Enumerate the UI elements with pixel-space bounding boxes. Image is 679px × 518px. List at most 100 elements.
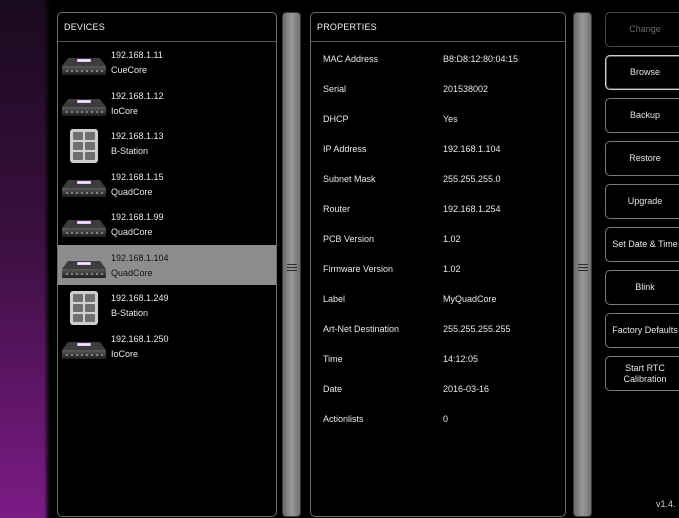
factory-defaults-button[interactable]: Factory Defaults (605, 313, 679, 348)
property-label: Date (323, 384, 343, 394)
start-rtc-label-line2: Calibration (623, 373, 667, 384)
device-ip: 192.168.1.99 (111, 212, 164, 222)
scroll-grip-line (578, 267, 588, 268)
scroll-grip-line (287, 270, 297, 271)
property-row: Date 2016-03-16 (311, 374, 565, 404)
device-list-item[interactable]: 192.168.1.249 B-Station (58, 285, 276, 326)
property-value: 201538002 (443, 84, 489, 94)
property-row: Art-Net Destination 255.255.255.255 (311, 314, 565, 344)
property-value: 1.02 (443, 264, 461, 274)
property-label: Label (323, 294, 346, 304)
property-label: Firmware Version (323, 264, 394, 274)
core-device-icon (60, 48, 108, 82)
property-row: Time 14:12:05 (311, 344, 565, 374)
backup-button[interactable]: Backup (605, 98, 679, 133)
device-list-item[interactable]: 192.168.1.104 QuadCore (58, 244, 276, 285)
property-row: PCB Version 1.02 (311, 224, 565, 254)
b-station-icon (60, 129, 108, 163)
property-row: Actionlists 0 (311, 404, 565, 434)
device-list-item[interactable]: 192.168.1.250 IoCore (58, 326, 276, 367)
property-label: MAC Address (323, 54, 379, 64)
start-rtc-calibration-button[interactable]: Start RTC Calibration (605, 356, 679, 391)
devices-scrollbar[interactable] (282, 12, 301, 517)
scroll-grip-line (578, 264, 588, 265)
device-list-item[interactable]: 192.168.1.13 B-Station (58, 123, 276, 164)
device-info: 192.168.1.99 QuadCore (111, 210, 164, 240)
device-ip: 192.168.1.15 (111, 171, 164, 182)
properties-panel: PROPERTIES MAC Address B8:D8:12:80:04:15 S… (310, 12, 566, 517)
core-device-icon (60, 170, 108, 204)
scroll-grip-line (287, 264, 297, 265)
core-device-icon (60, 210, 108, 244)
device-info: 192.168.1.104 QuadCore (111, 251, 169, 281)
property-value: 192.168.1.254 (443, 204, 501, 214)
property-row: Serial 201538002 (311, 74, 565, 104)
properties-list: MAC Address B8:D8:12:80:04:15 Serial 201538… (311, 44, 565, 434)
device-list-item[interactable]: 192.168.1.12 IoCore (58, 83, 276, 124)
device-ip: 192.168.1.249 (111, 293, 169, 303)
property-value: 255.255.255.255 (443, 324, 511, 334)
property-label: Art-Net Destination (323, 324, 400, 334)
scroll-grip-line (578, 270, 588, 271)
property-value: 255.255.255.0 (443, 174, 501, 184)
property-row: MAC Address B8:D8:12:80:04:15 (311, 44, 565, 74)
property-label: Actionlists (323, 414, 364, 424)
set-date-time-button[interactable]: Set Date & Time (605, 227, 679, 262)
device-list-item[interactable]: 192.168.1.11 CueCore (58, 42, 276, 83)
device-ip: 192.168.1.11 (111, 50, 163, 60)
device-type: QuadCore (111, 227, 153, 237)
device-list-item[interactable]: 192.168.1.15 QuadCore (58, 164, 276, 205)
device-type: B-Station (111, 146, 149, 156)
change-button[interactable]: Change (605, 12, 679, 47)
core-device-icon (60, 332, 108, 366)
left-edge-fade (44, 0, 50, 518)
version-label: v1.4. (656, 499, 676, 509)
device-info: 192.168.1.249 B-Station (111, 291, 169, 321)
core-device-icon (60, 251, 108, 285)
device-ip: 192.168.1.250 (111, 333, 169, 344)
property-value: 14:12:05 (443, 354, 479, 364)
property-row: DHCP Yes (311, 104, 565, 134)
device-ip: 192.168.1.12 (111, 90, 164, 101)
core-device-icon (60, 89, 108, 123)
scroll-grip-line (287, 267, 297, 268)
device-info: 192.168.1.12 IoCore (111, 89, 164, 119)
properties-scrollbar[interactable] (573, 12, 592, 517)
property-value: MyQuadCore (443, 294, 497, 304)
property-row: Label MyQuadCore (311, 284, 565, 314)
browse-button[interactable]: Browse (605, 55, 679, 90)
property-label: Subnet Mask (323, 174, 376, 184)
device-type: IoCore (111, 348, 139, 359)
property-row: Firmware Version 1.02 (311, 254, 565, 284)
device-list: 192.168.1.11 CueCore 192.168.1.12 IoCore 192… (58, 42, 276, 366)
property-value: Yes (443, 114, 458, 124)
left-edge-decoration (0, 0, 50, 518)
device-ip: 192.168.1.13 (111, 131, 164, 141)
device-type: QuadCore (111, 186, 153, 197)
restore-button[interactable]: Restore (605, 141, 679, 176)
property-row: IP Address 192.168.1.104 (311, 134, 565, 164)
property-label: PCB Version (323, 234, 375, 244)
properties-panel-title: PROPERTIES (311, 13, 565, 42)
device-type: IoCore (111, 105, 139, 116)
property-label: DHCP (323, 114, 349, 124)
property-label: IP Address (323, 144, 367, 154)
property-row: Subnet Mask 255.255.255.0 (311, 164, 565, 194)
upgrade-button[interactable]: Upgrade (605, 184, 679, 219)
device-info: 192.168.1.13 B-Station (111, 129, 164, 159)
property-value: 1.02 (443, 234, 461, 244)
b-station-icon (60, 291, 108, 325)
device-list-item[interactable]: 192.168.1.99 QuadCore (58, 204, 276, 245)
device-info: 192.168.1.15 QuadCore (111, 170, 164, 200)
device-type: QuadCore (111, 267, 153, 278)
devices-panel-title: DEVICES (58, 13, 276, 42)
property-row: Router 192.168.1.254 (311, 194, 565, 224)
devices-panel: DEVICES 192.168.1.11 CueCore 192.168.1.12 I… (57, 12, 277, 517)
property-value: 2016-03-16 (443, 384, 490, 394)
property-value: 192.168.1.104 (443, 144, 501, 154)
property-label: Router (323, 204, 351, 214)
property-value: 0 (443, 414, 449, 424)
start-rtc-label-line1: Start RTC (625, 362, 665, 373)
property-value: B8:D8:12:80:04:15 (443, 54, 519, 64)
blink-button[interactable]: Blink (605, 270, 679, 305)
